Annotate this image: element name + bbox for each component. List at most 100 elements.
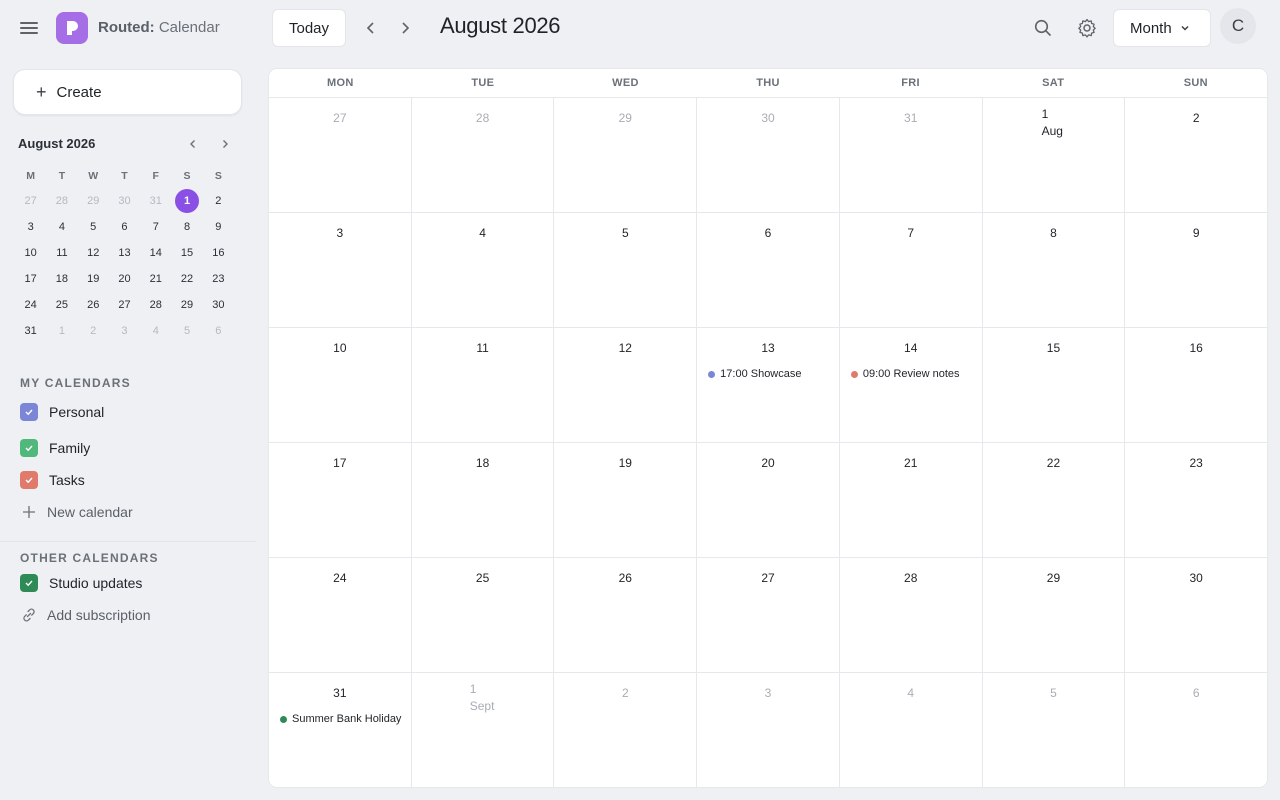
search-icon[interactable] — [1031, 16, 1055, 40]
mini-day[interactable]: 21 — [140, 267, 171, 291]
mini-day[interactable]: 18 — [46, 267, 77, 291]
day-cell[interactable]: 2 — [1125, 98, 1267, 212]
day-cell[interactable]: 23 — [1125, 443, 1267, 557]
mini-day[interactable]: 4 — [140, 319, 171, 343]
mini-day[interactable]: 20 — [109, 267, 140, 291]
mini-day[interactable]: 28 — [140, 293, 171, 317]
day-cell[interactable]: 13 17:00 Showcase — [697, 328, 840, 442]
calendar-item-studio-updates[interactable]: Studio updates — [20, 574, 142, 592]
previous-month-icon[interactable] — [360, 17, 382, 39]
day-cell[interactable]: 24 — [269, 558, 412, 672]
mini-day[interactable]: 29 — [78, 189, 109, 213]
mini-day[interactable]: 4 — [46, 215, 77, 239]
mini-day[interactable]: 2 — [78, 319, 109, 343]
menu-icon[interactable] — [20, 19, 40, 37]
calendar-item-family[interactable]: Family — [20, 439, 90, 457]
day-cell[interactable]: 31 Summer Bank Holiday — [269, 673, 412, 787]
mini-day[interactable]: 12 — [78, 241, 109, 265]
event-chip[interactable]: Summer Bank Holiday — [280, 713, 405, 725]
day-cell[interactable]: 3 — [697, 673, 840, 787]
mini-day[interactable]: 13 — [109, 241, 140, 265]
mini-day[interactable]: 27 — [109, 293, 140, 317]
day-cell[interactable]: 26 — [554, 558, 698, 672]
mini-day[interactable]: 24 — [15, 293, 46, 317]
mini-next-icon[interactable] — [217, 136, 233, 152]
day-cell[interactable]: 27 — [269, 98, 412, 212]
day-cell[interactable]: 3 — [269, 213, 412, 327]
mini-day[interactable]: 7 — [140, 215, 171, 239]
mini-day[interactable]: 14 — [140, 241, 171, 265]
mini-previous-icon[interactable] — [185, 136, 201, 152]
add-subscription-button[interactable]: Add subscription — [20, 606, 151, 624]
mini-day[interactable]: 26 — [78, 293, 109, 317]
gear-icon[interactable] — [1075, 16, 1099, 40]
mini-day[interactable]: 11 — [46, 241, 77, 265]
day-cell[interactable]: 30 — [697, 98, 840, 212]
day-cell[interactable]: 20 — [697, 443, 840, 557]
day-cell[interactable]: 2 — [554, 673, 698, 787]
mini-day[interactable]: 31 — [140, 189, 171, 213]
mini-day[interactable]: 17 — [15, 267, 46, 291]
day-cell[interactable]: 11 — [412, 328, 555, 442]
mini-day[interactable]: 19 — [78, 267, 109, 291]
day-cell[interactable]: 29 — [983, 558, 1126, 672]
day-cell[interactable]: 9 — [1125, 213, 1267, 327]
mini-day[interactable]: 31 — [15, 319, 46, 343]
new-calendar-button[interactable]: New calendar — [20, 503, 133, 521]
mini-day[interactable]: 28 — [46, 189, 77, 213]
day-cell[interactable]: 5 — [983, 673, 1126, 787]
day-cell[interactable]: 17 — [269, 443, 412, 557]
day-cell[interactable]: 28 — [840, 558, 983, 672]
day-cell[interactable]: 16 — [1125, 328, 1267, 442]
day-cell[interactable]: 6 — [697, 213, 840, 327]
mini-day-today[interactable]: 1 — [171, 189, 202, 213]
mini-day[interactable]: 6 — [109, 215, 140, 239]
mini-day[interactable]: 10 — [15, 241, 46, 265]
mini-day[interactable]: 5 — [78, 215, 109, 239]
mini-day[interactable]: 6 — [203, 319, 234, 343]
day-cell[interactable]: 22 — [983, 443, 1126, 557]
avatar[interactable]: C — [1220, 8, 1256, 44]
day-cell[interactable]: 12 — [554, 328, 698, 442]
mini-day[interactable]: 5 — [171, 319, 202, 343]
next-month-icon[interactable] — [394, 17, 416, 39]
mini-day[interactable]: 29 — [171, 293, 202, 317]
mini-day[interactable]: 16 — [203, 241, 234, 265]
day-cell[interactable]: 18 — [412, 443, 555, 557]
mini-day[interactable]: 30 — [109, 189, 140, 213]
day-cell[interactable]: 14 09:00 Review notes — [840, 328, 983, 442]
day-cell[interactable]: 25 — [412, 558, 555, 672]
day-cell[interactable]: 29 — [554, 98, 698, 212]
mini-day[interactable]: 3 — [109, 319, 140, 343]
mini-day[interactable]: 25 — [46, 293, 77, 317]
today-button[interactable]: Today — [272, 9, 346, 47]
day-cell[interactable]: 10 — [269, 328, 412, 442]
calendar-item-tasks[interactable]: Tasks — [20, 471, 85, 489]
event-chip[interactable]: 09:00 Review notes — [850, 368, 976, 380]
day-cell[interactable]: 28 — [412, 98, 555, 212]
mini-day[interactable]: 23 — [203, 267, 234, 291]
day-cell[interactable]: 1 Sept — [412, 673, 555, 787]
day-cell[interactable]: 4 — [412, 213, 555, 327]
calendar-item-personal[interactable]: Personal — [20, 403, 104, 421]
day-cell[interactable]: 21 — [840, 443, 983, 557]
mini-day[interactable]: 3 — [15, 215, 46, 239]
checkbox-icon[interactable] — [20, 574, 38, 592]
day-cell[interactable]: 30 — [1125, 558, 1267, 672]
mini-day[interactable]: 1 — [46, 319, 77, 343]
event-chip[interactable]: 17:00 Showcase — [708, 368, 833, 380]
mini-day[interactable]: 22 — [171, 267, 202, 291]
mini-day[interactable]: 8 — [171, 215, 202, 239]
day-cell[interactable]: 8 — [983, 213, 1126, 327]
mini-day[interactable]: 9 — [203, 215, 234, 239]
create-button[interactable]: + Create — [13, 69, 242, 115]
day-cell[interactable]: 4 — [840, 673, 983, 787]
checkbox-icon[interactable] — [20, 403, 38, 421]
view-select[interactable]: Month — [1113, 9, 1211, 47]
mini-day[interactable]: 15 — [171, 241, 202, 265]
day-cell[interactable]: 15 — [983, 328, 1126, 442]
day-cell[interactable]: 7 — [840, 213, 983, 327]
day-cell[interactable]: 31 — [840, 98, 983, 212]
mini-day[interactable]: 30 — [203, 293, 234, 317]
day-cell[interactable]: 5 — [554, 213, 698, 327]
